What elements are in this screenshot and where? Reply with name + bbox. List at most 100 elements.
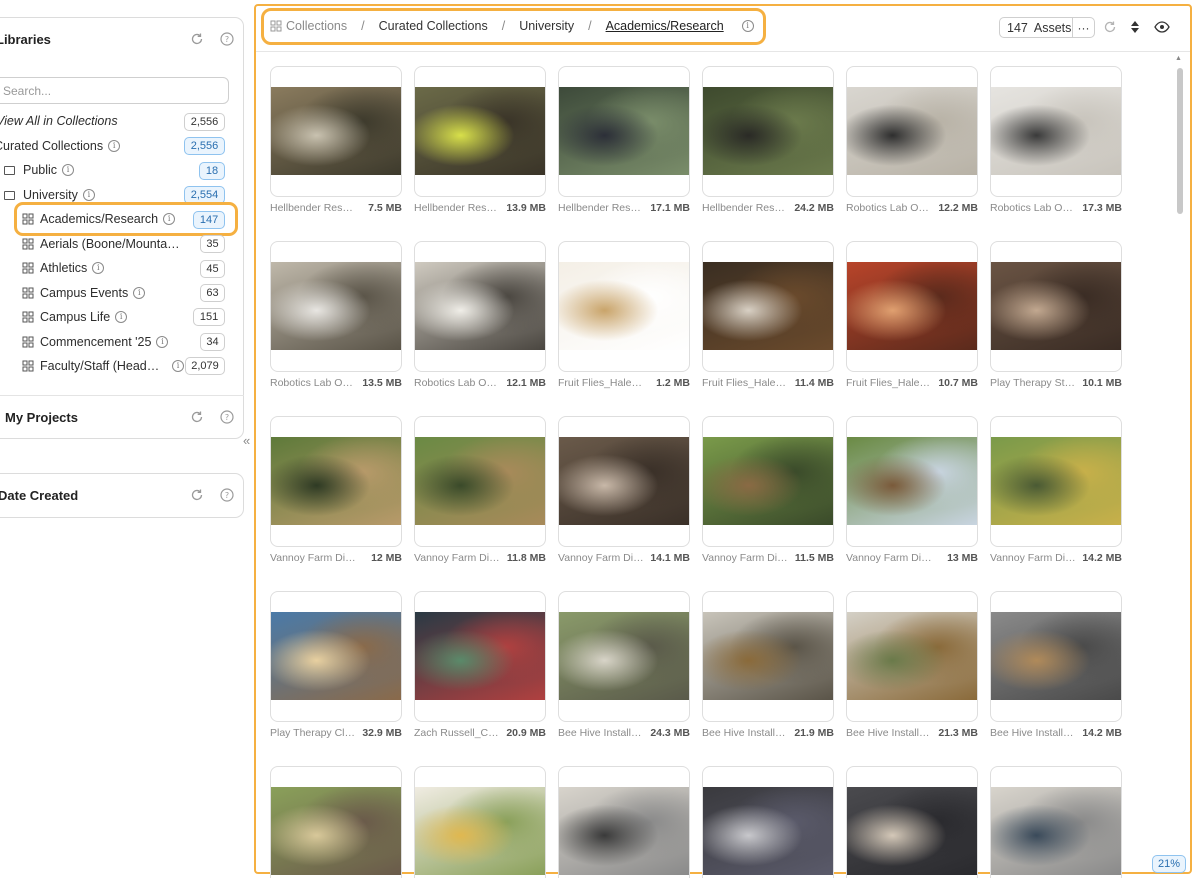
asset-thumbnail[interactable]	[991, 787, 1121, 875]
asset-tile[interactable]: Vannoy Farm Dig ... 14.1 MB	[558, 416, 690, 564]
asset-card[interactable]	[270, 241, 402, 372]
asset-thumbnail[interactable]	[415, 612, 545, 700]
asset-card[interactable]	[702, 416, 834, 547]
asset-card[interactable]	[990, 66, 1122, 197]
asset-card[interactable]	[702, 66, 834, 197]
info-icon[interactable]: i	[163, 213, 176, 225]
breadcrumb-item-curated[interactable]: Curated Collections	[379, 19, 488, 33]
asset-thumbnail[interactable]	[703, 437, 833, 525]
asset-card[interactable]	[846, 66, 978, 197]
asset-thumbnail[interactable]	[559, 787, 689, 875]
asset-thumbnail[interactable]	[271, 612, 401, 700]
asset-tile[interactable]: Bee Hive Install_C... 21.3 MB	[846, 591, 978, 739]
asset-thumbnail[interactable]	[559, 87, 689, 175]
info-icon[interactable]: i	[172, 360, 184, 372]
asset-card[interactable]	[990, 591, 1122, 722]
asset-name[interactable]: Vannoy Farm Dig ...	[414, 552, 502, 564]
asset-tile[interactable]	[702, 766, 834, 878]
date-created-header[interactable]: Date Created ?	[0, 473, 252, 517]
asset-name[interactable]: Vannoy Farm Dig ...	[990, 552, 1078, 564]
asset-tile[interactable]: Zach Russell_CR_... 20.9 MB	[414, 591, 546, 739]
asset-name[interactable]: Hellbender Researc...	[270, 202, 358, 214]
asset-thumbnail[interactable]	[991, 87, 1121, 175]
asset-tile[interactable]: Robotics Lab Ope... 13.5 MB	[270, 241, 402, 389]
info-icon[interactable]: i	[115, 311, 128, 323]
asset-tile[interactable]	[270, 766, 402, 878]
asset-thumbnail[interactable]	[271, 87, 401, 175]
asset-tile[interactable]: Hellbender Researc... 7.5 MB	[270, 66, 402, 214]
zoom-level-badge[interactable]: 21%	[1152, 855, 1186, 873]
tree-item-academics-research[interactable]: Academics/Research i	[22, 208, 176, 230]
library-search-input[interactable]: Search...	[0, 77, 229, 104]
asset-name[interactable]: Hellbender Resear...	[558, 202, 646, 214]
asset-name[interactable]: Robotics Lab Ope...	[414, 377, 502, 389]
asset-card[interactable]	[414, 416, 546, 547]
asset-thumbnail[interactable]	[703, 612, 833, 700]
asset-card[interactable]	[702, 591, 834, 722]
asset-card[interactable]	[990, 766, 1122, 878]
breadcrumb-item-current[interactable]: Academics/Research	[606, 19, 724, 33]
asset-name[interactable]: Fruit Flies_Haley M...	[558, 377, 646, 389]
asset-tile[interactable]: Play Therapy Clas... 32.9 MB	[270, 591, 402, 739]
tree-item-campus-events[interactable]: Campus Events i	[22, 282, 146, 304]
asset-name[interactable]: Play Therapy Stud...	[990, 377, 1078, 389]
tree-item-public[interactable]: Public i	[4, 159, 75, 181]
asset-thumbnail[interactable]	[847, 612, 977, 700]
refresh-icon[interactable]	[190, 410, 204, 424]
asset-name[interactable]: Robotics Lab Ope...	[270, 377, 358, 389]
tree-item-faculty-staff[interactable]: Faculty/Staff (Heads... i	[22, 355, 184, 377]
sort-icon[interactable]	[1130, 20, 1140, 39]
tree-item-athletics[interactable]: Athletics i	[22, 257, 105, 279]
asset-name[interactable]: Robotics Lab Ope...	[990, 202, 1078, 214]
asset-tile[interactable]: Bee Hive Install_C... 24.3 MB	[558, 591, 690, 739]
asset-tile[interactable]: Vannoy Farm Dig ... 11.8 MB	[414, 416, 546, 564]
asset-card[interactable]	[990, 416, 1122, 547]
asset-thumbnail[interactable]	[415, 437, 545, 525]
info-icon[interactable]: i	[156, 336, 169, 348]
asset-tile[interactable]: Hellbender Resear... 13.9 MB	[414, 66, 546, 214]
asset-thumbnail[interactable]	[271, 787, 401, 875]
asset-tile[interactable]: Fruit Flies_Haley M... 1.2 MB	[558, 241, 690, 389]
asset-name[interactable]: Robotics Lab Ope...	[846, 202, 934, 214]
asset-thumbnail[interactable]	[703, 787, 833, 875]
breadcrumb-item-university[interactable]: University	[519, 19, 574, 33]
tree-item-curated-collections[interactable]: Curated Collections i	[0, 135, 121, 157]
my-projects-header[interactable]: My Projects ?	[0, 395, 252, 439]
asset-name[interactable]: Bee Hive Install_C...	[558, 727, 646, 739]
asset-name[interactable]: Vannoy Farm Dig Sit...	[846, 552, 934, 564]
info-icon[interactable]: i	[133, 287, 146, 299]
asset-tile[interactable]: Hellbender Resear... 17.1 MB	[558, 66, 690, 214]
asset-thumbnail[interactable]	[991, 437, 1121, 525]
tree-item-view-all[interactable]: View All in Collections	[0, 110, 118, 132]
asset-tile[interactable]: Robotics Lab Ope... 12.2 MB	[846, 66, 978, 214]
asset-thumbnail[interactable]	[703, 87, 833, 175]
asset-card[interactable]	[558, 241, 690, 372]
refresh-icon[interactable]	[190, 488, 204, 502]
asset-tile[interactable]	[990, 766, 1122, 878]
info-icon[interactable]: i	[82, 189, 95, 201]
asset-name[interactable]: Bee Hive Install_C...	[990, 727, 1078, 739]
asset-thumbnail[interactable]	[271, 262, 401, 350]
asset-thumbnail[interactable]	[991, 262, 1121, 350]
asset-name[interactable]: Hellbender Resear...	[414, 202, 502, 214]
tree-item-commencement[interactable]: Commencement '25 i	[22, 331, 169, 353]
asset-card[interactable]	[558, 766, 690, 878]
asset-thumbnail[interactable]	[415, 87, 545, 175]
asset-card[interactable]	[270, 66, 402, 197]
asset-thumbnail[interactable]	[703, 262, 833, 350]
help-icon[interactable]: ?	[220, 488, 234, 502]
asset-card[interactable]	[558, 591, 690, 722]
asset-name[interactable]: Bee Hive Install_C...	[846, 727, 934, 739]
asset-tile[interactable]	[558, 766, 690, 878]
info-icon[interactable]: i	[62, 164, 75, 176]
assets-count-button[interactable]: 147 Assets ···	[999, 17, 1095, 38]
asset-thumbnail[interactable]	[991, 612, 1121, 700]
info-icon[interactable]: i	[92, 262, 105, 274]
asset-thumbnail[interactable]	[847, 262, 977, 350]
asset-name[interactable]: Vannoy Farm Dig ...	[558, 552, 646, 564]
help-icon[interactable]: ?	[220, 410, 234, 424]
asset-tile[interactable]: Bee Hive Install_C... 21.9 MB	[702, 591, 834, 739]
asset-name[interactable]: Fruit Flies_Haley ...	[846, 377, 934, 389]
asset-card[interactable]	[846, 591, 978, 722]
tree-item-campus-life[interactable]: Campus Life i	[22, 306, 128, 328]
